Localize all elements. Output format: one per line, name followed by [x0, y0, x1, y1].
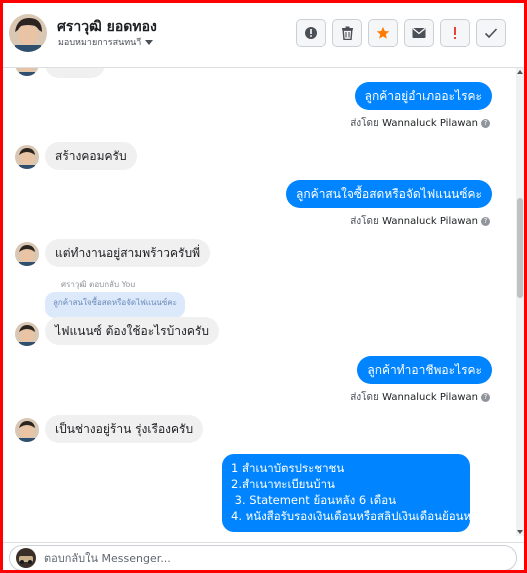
contact-avatar-small — [15, 322, 39, 346]
sent-by-name: Wannaluck Pilawan — [382, 392, 478, 403]
message-bubble-incoming[interactable]: แต่ทำงานอยู่สามพร้าวครับพี่ — [45, 239, 211, 267]
message-bubble-incoming[interactable]: ไฟแนนซ์ ต้องใช้อะไรบ้างครับ — [45, 317, 219, 345]
sent-by-name: Wannaluck Pilawan — [382, 118, 478, 129]
sent-by-prefix: ส่งโดย — [350, 118, 379, 129]
conversation-header: ศราวุฒิ ยอดทอง มอบหมายการสนทนาี — [3, 3, 524, 68]
mark-unread-button[interactable] — [404, 19, 434, 47]
mail-icon — [412, 28, 426, 38]
contact-avatar[interactable] — [9, 14, 47, 52]
scroll-up-arrow-icon[interactable] — [517, 70, 523, 74]
check-icon — [484, 28, 498, 39]
composer-bar — [3, 542, 524, 570]
exclamation-icon — [454, 27, 456, 39]
message-bubble-incoming[interactable]: เป็นช่างอยู่ร้าน รุ่งเรืองครับ — [45, 415, 204, 443]
message-line: 3. Statement ย้อนหลัง 6 เดือน — [231, 493, 396, 507]
contact-avatar-small — [15, 68, 39, 76]
message-list[interactable]: ลูกค้าอยู่อำเภออะไรคะ ส่งโดย Wannaluck P… — [3, 68, 516, 536]
scrollbar-thumb[interactable] — [517, 198, 523, 298]
help-icon[interactable]: ? — [481, 118, 490, 128]
sent-by-prefix: ส่งโดย — [350, 392, 379, 403]
sent-by-prefix: ส่งโดย — [350, 216, 379, 227]
reply-composer[interactable] — [9, 545, 517, 570]
follow-up-button[interactable] — [440, 19, 470, 47]
page-avatar — [16, 548, 36, 568]
assign-label: มอบหมายการสนทนาี — [58, 38, 142, 48]
contact-avatar-small — [15, 242, 39, 266]
delete-button[interactable] — [332, 19, 362, 47]
message-bubble-outgoing-multiline[interactable]: 1 สำเนาบัตรประชาชน 2.สำเนาทะเบียนบ้าน 3.… — [222, 454, 484, 532]
report-button[interactable] — [296, 19, 326, 47]
mark-done-button[interactable] — [476, 19, 506, 47]
app-frame: ศราวุฒิ ยอดทอง มอบหมายการสนทนาี ลูกค้าอย… — [0, 0, 527, 573]
reply-quote[interactable]: ลูกค้าสนใจซื้อสดหรือจัดไฟแนนซ์คะ — [45, 292, 185, 318]
reply-label: ศราวุฒิ ตอบกลับ You — [61, 280, 136, 289]
scroll-down-arrow-icon[interactable] — [517, 530, 523, 534]
reply-input[interactable] — [44, 549, 504, 567]
report-icon — [305, 27, 317, 39]
sent-by-name: Wannaluck Pilawan — [382, 216, 478, 227]
caret-down-icon — [145, 40, 154, 45]
star-icon — [376, 26, 390, 39]
contact-avatar-small — [15, 418, 39, 442]
message-bubble-outgoing[interactable]: ลูกค้าสนใจซื้อสดหรือจัดไฟแนนซ์คะ — [286, 180, 492, 208]
message-line: 4. หนังสือรับรองเงินเดือนหรือสลิปเงินเดื… — [231, 509, 484, 523]
message-bubble-incoming — [45, 68, 105, 78]
message-bubble-outgoing[interactable]: ลูกค้าอยู่อำเภออะไรคะ — [354, 82, 492, 110]
assign-conversation-dropdown[interactable]: มอบหมายการสนทนาี — [58, 35, 154, 49]
sent-by-label: ส่งโดย Wannaluck Pilawan? — [350, 214, 490, 229]
sent-by-label: ส่งโดย Wannaluck Pilawan? — [350, 390, 490, 405]
message-line: 2.สำเนาทะเบียนบ้าน — [231, 477, 335, 491]
contact-avatar-small — [15, 145, 39, 169]
sent-by-label: ส่งโดย Wannaluck Pilawan? — [350, 116, 490, 131]
trash-icon — [341, 26, 353, 40]
message-bubble-incoming[interactable]: สร้างคอมครับ — [45, 142, 137, 170]
star-button[interactable] — [368, 19, 398, 47]
help-icon[interactable]: ? — [481, 392, 490, 402]
message-line: 1 สำเนาบัตรประชาชน — [231, 461, 345, 475]
scrollbar[interactable] — [516, 68, 524, 536]
help-icon[interactable]: ? — [481, 216, 490, 226]
message-bubble-outgoing[interactable]: ลูกค้าทำอาชีพอะไรคะ — [357, 356, 492, 384]
